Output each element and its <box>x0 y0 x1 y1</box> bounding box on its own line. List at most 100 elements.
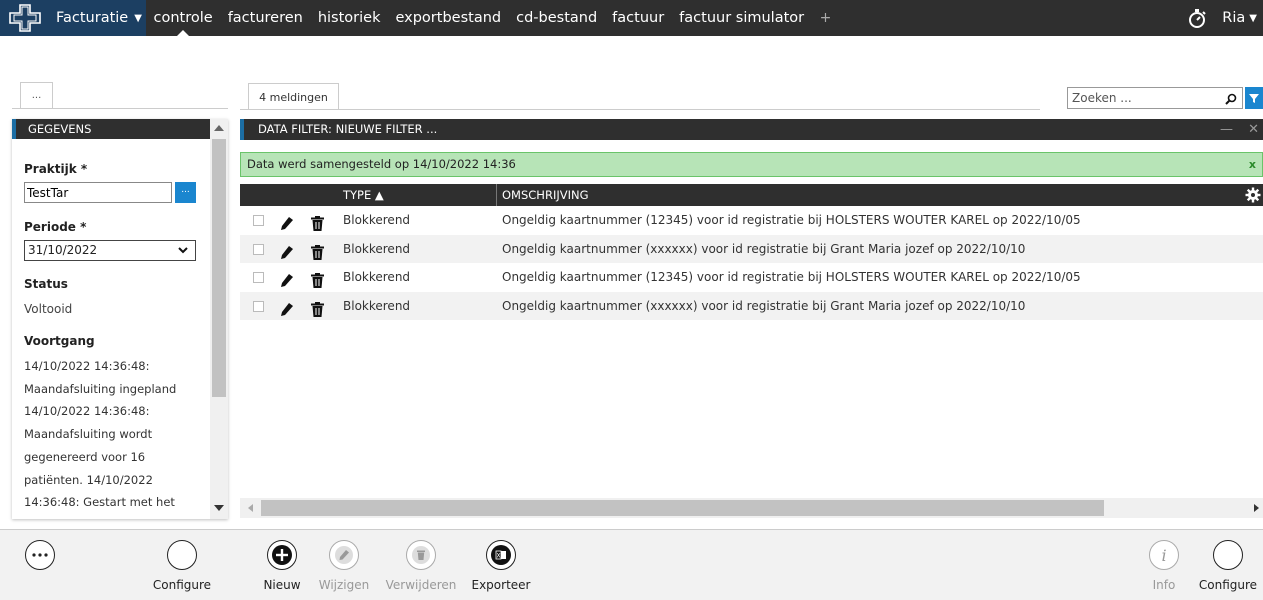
user-menu[interactable]: Ria <box>1222 10 1245 26</box>
scroll-left-icon[interactable] <box>248 504 253 512</box>
voortgang-label: Voortgang <box>24 334 95 348</box>
stopwatch-icon[interactable] <box>1186 7 1208 29</box>
nav-factuur-simulator[interactable]: factuur simulator <box>672 0 812 36</box>
verwijderen-label: Verwijderen <box>385 578 457 592</box>
search-icon[interactable] <box>1225 91 1237 105</box>
verwijderen-button[interactable]: Verwijderen <box>381 540 461 592</box>
row-type: Blokkerend <box>343 298 411 313</box>
excel-export-icon: X <box>486 540 516 570</box>
scroll-thumb[interactable] <box>261 500 1104 516</box>
table-row[interactable]: Blokkerend Ongeldig kaartnummer (xxxxxx)… <box>240 234 1263 263</box>
periode-value: 31/10/2022 <box>28 243 98 257</box>
voortgang-log: 14/10/2022 14:36:48: Maandafsluiting ing… <box>24 359 177 519</box>
chevron-down-icon <box>177 243 189 262</box>
configure-left-button[interactable]: Configure <box>142 540 222 592</box>
notice-close-button[interactable]: x <box>1249 153 1256 176</box>
row-checkbox[interactable] <box>253 243 264 255</box>
grid-body: Blokkerend Ongeldig kaartnummer (12345) … <box>240 206 1263 320</box>
nav-exportbestand[interactable]: exportbestand <box>388 0 509 36</box>
app-switcher[interactable]: Facturatie ▼ <box>0 0 146 36</box>
add-tab-button[interactable]: + <box>812 10 840 26</box>
row-type: Blokkerend <box>343 270 411 284</box>
top-navbar: Facturatie ▼ controle factureren histori… <box>0 0 1263 36</box>
main-nav: controle factureren historiek exportbest… <box>146 0 839 36</box>
pencil-icon[interactable] <box>280 270 294 287</box>
user-area: Ria ▼ <box>1186 0 1263 36</box>
row-checkbox[interactable] <box>253 272 264 283</box>
bottom-toolbar: Configure Nieuw Wijzigen Verwijderen X E… <box>0 529 1263 600</box>
row-checkbox[interactable] <box>253 300 264 312</box>
pencil-icon <box>329 540 359 570</box>
trash-icon[interactable] <box>311 213 324 231</box>
search-input[interactable]: Zoeken ... <box>1067 87 1243 109</box>
close-icon[interactable]: ✕ <box>1248 119 1259 140</box>
row-description: Ongeldig kaartnummer (xxxxxx) voor id re… <box>502 241 1026 256</box>
vertical-scrollbar[interactable] <box>210 119 228 519</box>
funnel-icon <box>1249 94 1259 103</box>
row-description: Ongeldig kaartnummer (12345) voor id reg… <box>502 270 1081 284</box>
panel-body: Praktijk * ... Periode * 31/10/2022 Stat… <box>12 139 210 519</box>
info-icon: i <box>1149 540 1179 570</box>
minimize-icon[interactable]: — <box>1220 119 1233 140</box>
row-type: Blokkerend <box>343 241 411 256</box>
periode-label: Periode * <box>24 220 87 234</box>
table-row[interactable]: Blokkerend Ongeldig kaartnummer (xxxxxx)… <box>240 291 1263 320</box>
app-title: Facturatie <box>56 10 129 26</box>
wijzigen-label: Wijzigen <box>318 578 370 592</box>
divider <box>240 109 1040 110</box>
column-header-omschrijving[interactable]: OMSCHRIJVING <box>502 184 589 206</box>
trash-icon[interactable] <box>311 270 324 288</box>
nav-factureren[interactable]: factureren <box>220 0 310 36</box>
table-row[interactable]: Blokkerend Ongeldig kaartnummer (12345) … <box>240 206 1263 235</box>
scroll-up-icon[interactable] <box>214 125 224 131</box>
pencil-icon[interactable] <box>280 299 294 316</box>
filter-button[interactable] <box>1245 87 1263 109</box>
scroll-right-icon[interactable] <box>1254 504 1259 512</box>
tab-meldingen[interactable]: 4 meldingen <box>248 83 339 110</box>
configure-right-button[interactable]: Configure <box>1188 540 1263 592</box>
row-checkbox[interactable] <box>253 215 264 226</box>
left-panel-tab[interactable]: ... <box>20 82 53 109</box>
svg-text:X: X <box>496 553 500 560</box>
praktijk-label: Praktijk * <box>24 162 88 176</box>
trash-icon[interactable] <box>311 299 324 317</box>
search-placeholder: Zoeken ... <box>1072 91 1132 105</box>
exporteer-label: Exporteer <box>471 578 531 592</box>
exporteer-button[interactable]: X Exporteer <box>461 540 541 592</box>
notice-banner: Data werd samengesteld op 14/10/2022 14:… <box>240 152 1263 177</box>
configure-circle-icon <box>1213 540 1243 570</box>
row-description: Ongeldig kaartnummer (xxxxxx) voor id re… <box>502 298 1026 313</box>
column-header-type[interactable]: TYPE ▲ <box>343 184 384 206</box>
praktijk-input[interactable] <box>24 182 172 203</box>
column-divider[interactable] <box>496 184 497 206</box>
nav-historiek[interactable]: historiek <box>310 0 388 36</box>
praktijk-lookup-button[interactable]: ... <box>175 182 196 203</box>
status-value: Voltooid <box>24 302 73 316</box>
nav-factuur[interactable]: factuur <box>605 0 672 36</box>
row-description: Ongeldig kaartnummer (12345) voor id reg… <box>502 213 1081 227</box>
chevron-down-icon: ▼ <box>1249 12 1257 24</box>
wijzigen-button[interactable]: Wijzigen <box>304 540 384 592</box>
grid-header: TYPE ▲ OMSCHRIJVING <box>240 184 1263 206</box>
plus-icon <box>267 540 297 570</box>
trash-icon[interactable] <box>311 242 324 260</box>
nav-controle[interactable]: controle <box>146 0 220 36</box>
pencil-icon[interactable] <box>280 242 294 259</box>
data-filter-title: DATA FILTER: NIEUWE FILTER ... <box>258 122 438 136</box>
gear-icon[interactable] <box>1245 187 1261 203</box>
scroll-thumb[interactable] <box>212 139 226 397</box>
trash-icon <box>406 540 436 570</box>
nav-cd-bestand[interactable]: cd-bestand <box>509 0 605 36</box>
pencil-icon[interactable] <box>280 213 294 230</box>
scroll-down-icon[interactable] <box>214 505 224 511</box>
configure-circle-icon <box>167 540 197 570</box>
cross-logo-icon <box>6 0 44 36</box>
panel-header: GEGEVENS <box>12 119 228 139</box>
horizontal-scrollbar[interactable] <box>240 498 1263 518</box>
status-label: Status <box>24 277 68 291</box>
notice-text: Data werd samengesteld op 14/10/2022 14:… <box>247 157 516 171</box>
more-button[interactable] <box>0 540 80 570</box>
table-row[interactable]: Blokkerend Ongeldig kaartnummer (12345) … <box>240 263 1263 292</box>
periode-select[interactable]: 31/10/2022 <box>24 240 196 261</box>
gegevens-panel: GEGEVENS Praktijk * ... Periode * 31/10/… <box>12 119 228 519</box>
